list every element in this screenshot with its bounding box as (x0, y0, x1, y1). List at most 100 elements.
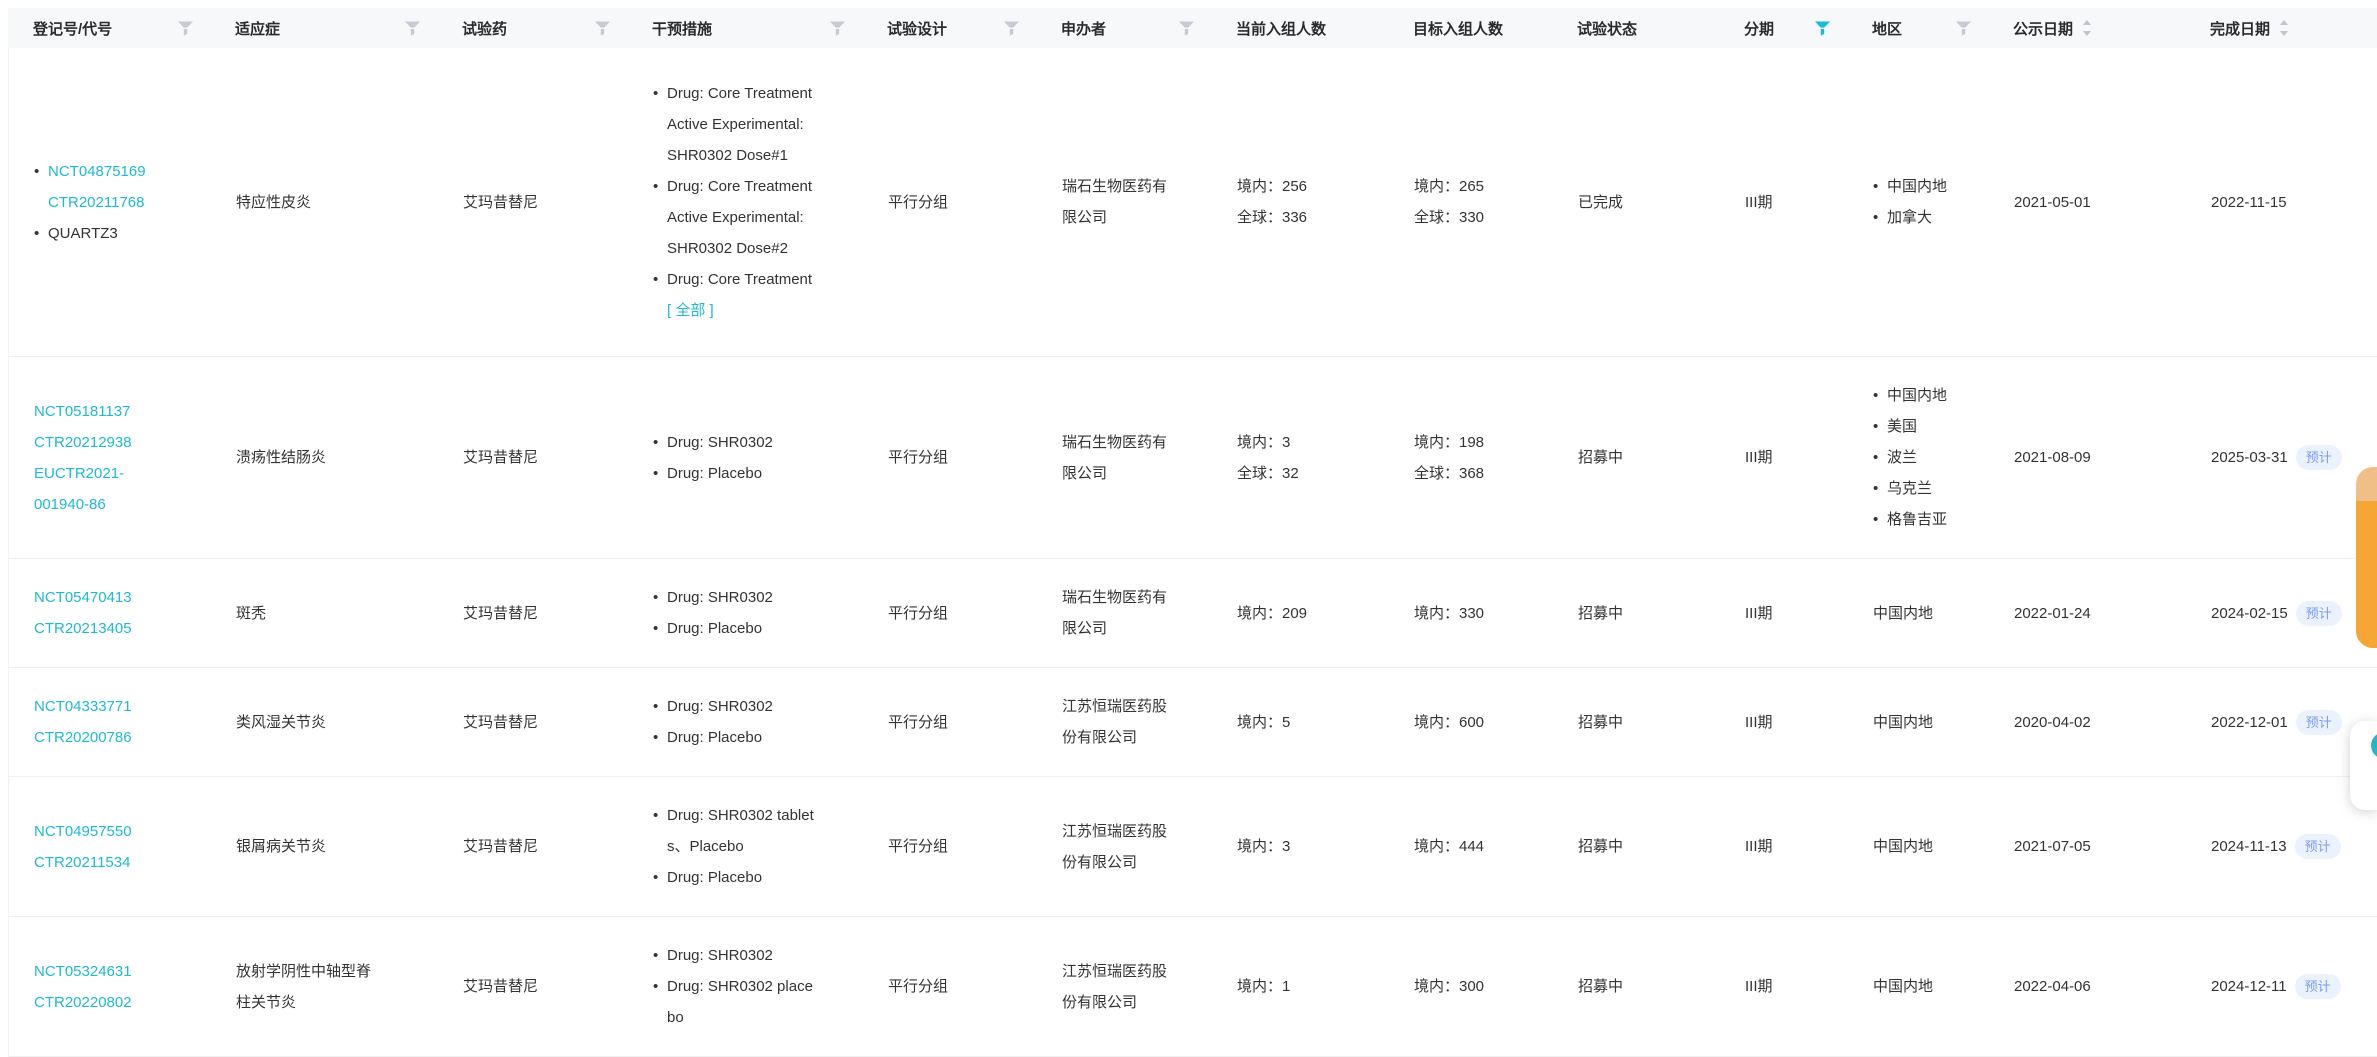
floating-service-panel[interactable] (2350, 721, 2377, 810)
table-body: •NCT04875169CTR20211768•QUARTZ3特应性皮炎艾玛昔替… (8, 48, 2377, 1057)
phase-text: III期 (1745, 707, 1838, 738)
registry-id-link[interactable]: CTR20211534 (34, 847, 201, 878)
status-text: 已完成 (1578, 187, 1710, 218)
column-label: 登记号/代号 (33, 18, 112, 39)
design-text: 平行分组 (888, 442, 1027, 473)
registry-id-link[interactable]: NCT05181137 (34, 396, 201, 427)
registry-id-link[interactable]: NCT05324631 (34, 956, 201, 987)
complete-date-cell: 2022-11-15 (2186, 187, 2377, 218)
region-item: •格鲁吉亚 (1873, 504, 1979, 535)
bullet-icon: • (1873, 171, 1887, 202)
filter-icon[interactable] (595, 21, 610, 36)
publish-date-text: 2022-01-24 (2014, 598, 2176, 629)
column-header: 干预措施 (627, 18, 862, 39)
sort-icon[interactable] (2279, 17, 2289, 39)
region-text: 中国内地 (1873, 598, 1979, 629)
bullet-icon: • (1873, 504, 1887, 535)
current-enrollment-text: 境内：1 (1237, 971, 1379, 1002)
filter-icon[interactable] (830, 21, 845, 36)
design-text: 平行分组 (888, 598, 1027, 629)
status-cell: 招募中 (1553, 971, 1720, 1002)
clinical-trials-table: 登记号/代号适应症试验药干预措施试验设计申办者当前入组人数目标入组人数试验状态分… (8, 8, 2377, 1057)
bullet-icon: • (653, 427, 667, 458)
registry-id-link[interactable]: CTR20212938 (34, 427, 201, 458)
intervention-text: SHR0302 Dose#1 (667, 140, 853, 171)
status-cell: 招募中 (1553, 831, 1720, 862)
trial-drug-text: 艾玛昔替尼 (463, 707, 618, 738)
region-text: 格鲁吉亚 (1887, 504, 1979, 535)
registry-ids-cell: NCT05470413CTR20213405 (9, 582, 211, 644)
current-enrollment-cell: 境内：3 (1212, 831, 1389, 862)
indication-text: 溃疡性结肠炎 (236, 442, 378, 473)
registry-id-link[interactable]: CTR20200786 (34, 722, 201, 753)
registry-id-link[interactable]: NCT04957550 (34, 816, 201, 847)
design-text: 平行分组 (888, 971, 1027, 1002)
filter-icon[interactable] (1956, 21, 1971, 36)
trial-drug-cell: 艾玛昔替尼 (438, 442, 628, 473)
complete-date-cell: 2024-02-15预计 (2186, 598, 2377, 629)
target-enrollment-text: 境内：330 (1414, 598, 1543, 629)
target-enrollment-cell: 境内：265全球：330 (1389, 171, 1553, 233)
target-enrollment-text: 境内：600 (1414, 707, 1543, 738)
phase-text: III期 (1745, 187, 1838, 218)
design-text: 平行分组 (888, 707, 1027, 738)
status-text: 招募中 (1578, 707, 1710, 738)
design-cell: 平行分组 (863, 598, 1037, 629)
bullet-icon: • (653, 862, 667, 893)
sponsor-cell: 瑞石生物医药有限公司 (1037, 427, 1212, 489)
status-cell: 招募中 (1553, 442, 1720, 473)
table-row: NCT05324631CTR20220802放射学阴性中轴型脊柱关节炎艾玛昔替尼… (9, 917, 2377, 1057)
current-enrollment-cell: 境内：1 (1212, 971, 1389, 1002)
registry-id-link[interactable]: CTR20211768 (48, 187, 201, 218)
target-enrollment-text: 境内：198 (1414, 427, 1543, 458)
bullet-icon: • (653, 171, 667, 264)
column-label: 申办者 (1061, 18, 1106, 39)
publish-date-text: 2022-04-06 (2014, 971, 2176, 1002)
sponsor-text: 江苏恒瑞医药股份有限公司 (1062, 956, 1180, 1018)
indication-cell: 斑秃 (211, 598, 438, 629)
registry-ids-cell: NCT05324631CTR20220802 (9, 956, 211, 1018)
registry-id-link[interactable]: EUCTR2021- (34, 458, 201, 489)
filter-icon[interactable] (178, 21, 193, 36)
filter-icon[interactable] (1179, 21, 1194, 36)
regions-cell: 中国内地 (1848, 707, 1989, 738)
show-all-link[interactable]: [ 全部 ] (667, 295, 853, 326)
publish-date-cell: 2021-07-05 (1989, 831, 2186, 862)
sponsor-text: 江苏恒瑞医药股份有限公司 (1062, 691, 1180, 753)
side-tab[interactable] (2356, 467, 2377, 648)
filter-icon[interactable] (405, 21, 420, 36)
bullet-icon: • (653, 458, 667, 489)
intervention-text: Drug: SHR0302 (667, 582, 853, 613)
status-text: 招募中 (1578, 971, 1710, 1002)
current-enrollment-text: 境内：3 (1237, 831, 1379, 862)
complete-date-cell: 2024-12-11预计 (2186, 971, 2377, 1002)
registry-id-link[interactable]: 001940-86 (34, 489, 201, 520)
intervention-text: Drug: Core Treatment (667, 78, 853, 109)
column-header: 目标入组人数 (1388, 18, 1552, 39)
sponsor-cell: 江苏恒瑞医药股份有限公司 (1037, 816, 1212, 878)
sponsor-cell: 瑞石生物医药有限公司 (1037, 582, 1212, 644)
filter-icon[interactable] (1004, 21, 1019, 36)
sort-icon[interactable] (2082, 17, 2092, 39)
estimated-badge: 预计 (2295, 834, 2341, 859)
region-item: •中国内地 (1873, 171, 1979, 202)
trial-drug-cell: 艾玛昔替尼 (438, 707, 628, 738)
indication-text: 类风湿关节炎 (236, 707, 378, 738)
registry-id-link[interactable]: CTR20213405 (34, 613, 201, 644)
registry-id-link[interactable]: NCT05470413 (34, 582, 201, 613)
indication-cell: 溃疡性结肠炎 (211, 442, 438, 473)
interventions-cell: •Drug: SHR0302•Drug: Placebo (628, 427, 863, 489)
publish-date-cell: 2022-01-24 (1989, 598, 2186, 629)
registry-id-link[interactable]: CTR20220802 (34, 987, 201, 1018)
service-dot-icon[interactable] (2371, 732, 2377, 759)
target-enrollment-cell: 境内：444 (1389, 831, 1553, 862)
registry-id-link[interactable]: NCT04875169 (48, 156, 201, 187)
filter-icon[interactable] (1815, 21, 1830, 36)
table-row: NCT04333771CTR20200786类风湿关节炎艾玛昔替尼•Drug: … (9, 668, 2377, 777)
bullet-icon: • (653, 613, 667, 644)
target-enrollment-cell: 境内：300 (1389, 971, 1553, 1002)
complete-date-text: 2022-12-01 (2211, 707, 2288, 738)
registry-id-link[interactable]: NCT04333771 (34, 691, 201, 722)
region-text: 中国内地 (1873, 971, 1979, 1002)
current-enrollment-cell: 境内：3全球：32 (1212, 427, 1389, 489)
